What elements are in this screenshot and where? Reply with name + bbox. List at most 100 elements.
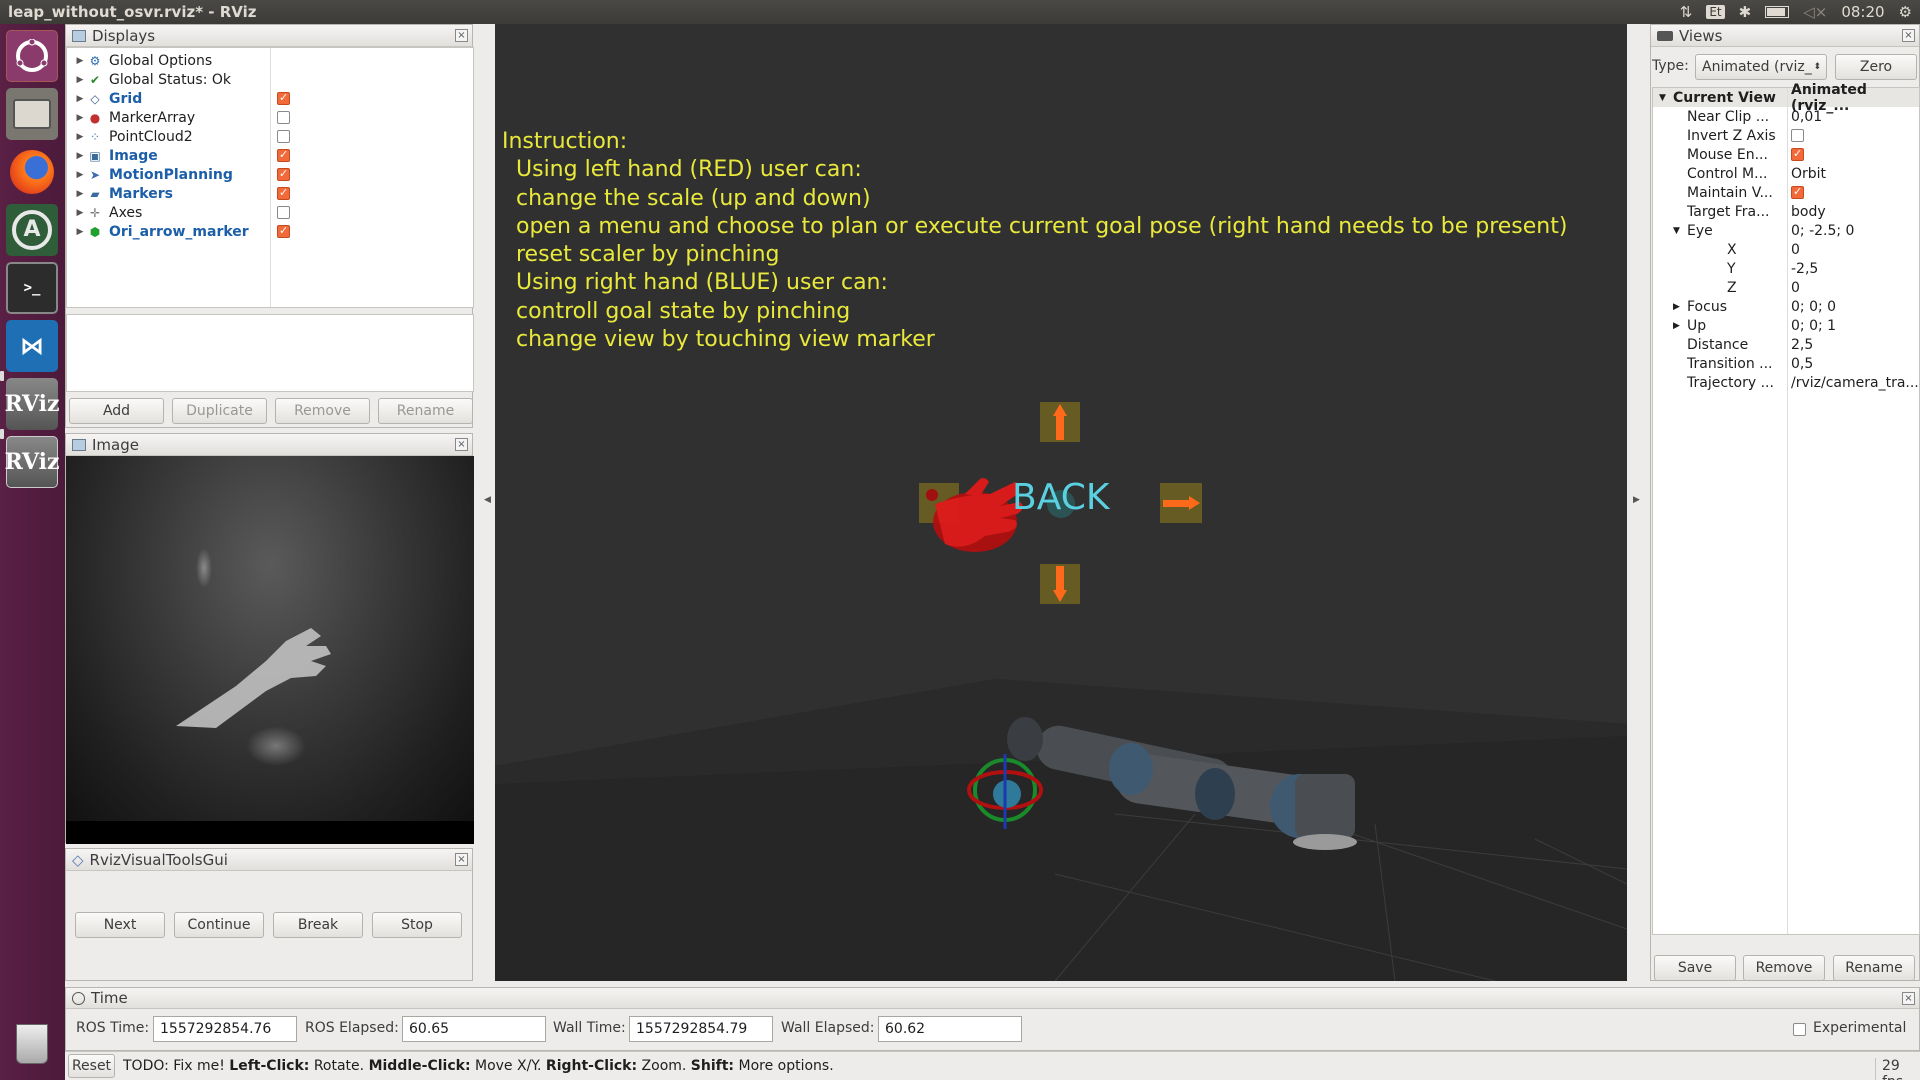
display-enabled-checkbox[interactable] xyxy=(277,186,290,200)
expand-arrow-icon[interactable]: ▶ xyxy=(73,227,87,237)
volume-icon[interactable]: ◁× xyxy=(1803,3,1827,21)
stop-button[interactable]: Stop xyxy=(372,912,462,938)
ros-time-field[interactable]: 1557292854.76 xyxy=(153,1016,297,1042)
expand-arrow-icon[interactable]: ▼ xyxy=(1673,226,1687,236)
experimental-checkbox[interactable] xyxy=(1793,1023,1806,1036)
view-property-value[interactable]: 0 xyxy=(1791,240,1800,259)
expand-arrow-icon[interactable]: ▶ xyxy=(73,94,87,104)
view-properties-tree[interactable]: ▼ Current View Animated (rviz_... Near Cl… xyxy=(1652,82,1920,935)
close-icon[interactable]: × xyxy=(455,29,468,42)
displays-tree[interactable]: ▶ ⚙ Global Options ▶ ✔ Global Status: Ok ▶ ◇ Gri… xyxy=(66,47,474,308)
view-property-checkbox[interactable] xyxy=(1791,147,1804,161)
view-property-row[interactable]: ▼ Eye xyxy=(1673,221,1713,240)
display-item[interactable]: ▶ ✔ Global Status: Ok xyxy=(73,70,231,89)
ros-elapsed-field[interactable]: 60.65 xyxy=(402,1016,546,1042)
keyboard-layout-indicator[interactable]: Et xyxy=(1706,5,1725,19)
clock[interactable]: 08:20 xyxy=(1841,3,1884,21)
display-item[interactable]: ▶ ● MarkerArray xyxy=(73,108,196,127)
battery-icon[interactable] xyxy=(1765,6,1790,18)
view-property-value[interactable]: 0,01 xyxy=(1791,107,1822,126)
save-view-button[interactable]: Save xyxy=(1654,955,1736,981)
rviz-icon[interactable]: RViz xyxy=(4,436,60,488)
view-property-row[interactable]: Distance xyxy=(1673,335,1748,354)
expand-arrow-icon[interactable]: ▶ xyxy=(73,113,87,123)
display-enabled-checkbox[interactable] xyxy=(277,111,290,124)
duplicate-button[interactable]: Duplicate xyxy=(172,398,267,424)
view-property-value[interactable]: Orbit xyxy=(1791,164,1826,183)
display-enabled-checkbox[interactable] xyxy=(277,148,290,162)
view-property-checkbox[interactable] xyxy=(1791,129,1804,142)
expand-arrow-icon[interactable]: ▶ xyxy=(73,208,87,218)
remove-button[interactable]: Remove xyxy=(275,398,370,424)
back-label[interactable]: BACK xyxy=(1012,477,1109,518)
view-property-row[interactable]: ▶ Up xyxy=(1673,316,1706,335)
display-item[interactable]: ▶ ⚙ Global Options xyxy=(73,51,213,70)
break-button[interactable]: Break xyxy=(273,912,363,938)
display-enabled-checkbox[interactable] xyxy=(277,91,290,105)
display-item[interactable]: ▶ ◇ Grid xyxy=(73,89,143,108)
view-property-row[interactable]: Near Clip ... xyxy=(1673,107,1769,126)
rename-view-button[interactable]: Rename xyxy=(1833,955,1915,981)
view-property-row[interactable]: Maintain V... xyxy=(1673,183,1773,202)
close-icon[interactable]: × xyxy=(1902,29,1915,42)
view-property-row[interactable]: Invert Z Axis xyxy=(1673,126,1776,145)
wall-time-field[interactable]: 1557292854.79 xyxy=(629,1016,773,1042)
3d-viewport[interactable]: Instruction: Using left hand (RED) user c… xyxy=(495,24,1627,981)
view-property-row[interactable]: Y xyxy=(1713,259,1736,278)
view-property-row[interactable]: Trajectory ... xyxy=(1673,373,1774,392)
software-updater-icon[interactable]: A xyxy=(6,204,58,256)
close-icon[interactable]: × xyxy=(455,438,468,451)
view-property-value[interactable]: /rviz/camera_tra... xyxy=(1791,373,1919,392)
network-icon[interactable]: ⇅ xyxy=(1680,3,1693,21)
terminal-icon[interactable]: >_ xyxy=(6,262,58,314)
expand-arrow-icon[interactable]: ▶ xyxy=(73,170,87,180)
ubuntu-dash-icon[interactable] xyxy=(6,30,58,82)
view-property-row[interactable]: Target Fra... xyxy=(1673,202,1769,221)
display-item[interactable]: ▶ ▣ Image xyxy=(73,146,158,165)
view-property-value[interactable]: 0,5 xyxy=(1791,354,1813,373)
reset-button[interactable]: Reset xyxy=(68,1054,115,1078)
display-enabled-checkbox[interactable] xyxy=(277,167,290,181)
view-property-value[interactable]: -2,5 xyxy=(1791,259,1818,278)
gear-icon[interactable]: ⚙ xyxy=(1899,3,1912,21)
view-property-row[interactable]: Transition ... xyxy=(1673,354,1773,373)
expand-arrow-icon[interactable]: ▼ xyxy=(1659,93,1673,103)
expand-arrow-icon[interactable]: ▶ xyxy=(73,56,87,66)
close-icon[interactable]: × xyxy=(1902,992,1915,1005)
view-property-value[interactable]: 0 xyxy=(1791,278,1800,297)
display-enabled-checkbox[interactable] xyxy=(277,130,290,143)
view-property-value[interactable]: 2,5 xyxy=(1791,335,1813,354)
view-property-value[interactable]: 0; 0; 0 xyxy=(1791,297,1836,316)
files-icon[interactable] xyxy=(6,88,58,140)
view-property-row[interactable]: Mouse En... xyxy=(1673,145,1768,164)
next-button[interactable]: Next xyxy=(75,912,165,938)
zero-button[interactable]: Zero xyxy=(1835,54,1917,80)
expand-arrow-icon[interactable]: ▶ xyxy=(1673,302,1687,312)
continue-button[interactable]: Continue xyxy=(174,912,264,938)
view-type-select[interactable]: Animated (rviz_ ⬍ xyxy=(1695,54,1827,80)
rviz-icon[interactable]: RViz xyxy=(4,378,60,430)
collapse-left-arrow[interactable]: ◀ xyxy=(484,495,491,505)
display-item[interactable]: ▶ ✛ Axes xyxy=(73,203,143,222)
view-property-row[interactable]: Control M... xyxy=(1673,164,1768,183)
display-enabled-checkbox[interactable] xyxy=(277,224,290,238)
display-enabled-checkbox[interactable] xyxy=(277,206,290,219)
display-item[interactable]: ▶ ⁘ PointCloud2 xyxy=(73,127,193,146)
view-property-value[interactable]: 0; -2.5; 0 xyxy=(1791,221,1854,240)
view-property-checkbox[interactable] xyxy=(1791,185,1804,199)
expand-arrow-icon[interactable]: ▶ xyxy=(73,189,87,199)
expand-arrow-icon[interactable]: ▶ xyxy=(73,151,87,161)
trash-icon[interactable] xyxy=(6,1018,58,1070)
rename-button[interactable]: Rename xyxy=(378,398,473,424)
expand-arrow-icon[interactable]: ▶ xyxy=(73,75,87,85)
view-property-value[interactable]: body xyxy=(1791,202,1826,221)
view-property-value[interactable]: 0; 0; 1 xyxy=(1791,316,1836,335)
display-item[interactable]: ▶ ▰ Markers xyxy=(73,184,173,203)
close-icon[interactable]: × xyxy=(455,853,468,866)
view-property-row[interactable]: X xyxy=(1713,240,1737,259)
collapse-right-arrow[interactable]: ▶ xyxy=(1633,495,1640,505)
view-property-row[interactable]: Z xyxy=(1713,278,1737,297)
view-property-row[interactable]: ▶ Focus xyxy=(1673,297,1727,316)
firefox-icon[interactable] xyxy=(6,146,58,198)
display-item[interactable]: ▶ ➤ MotionPlanning xyxy=(73,165,233,184)
